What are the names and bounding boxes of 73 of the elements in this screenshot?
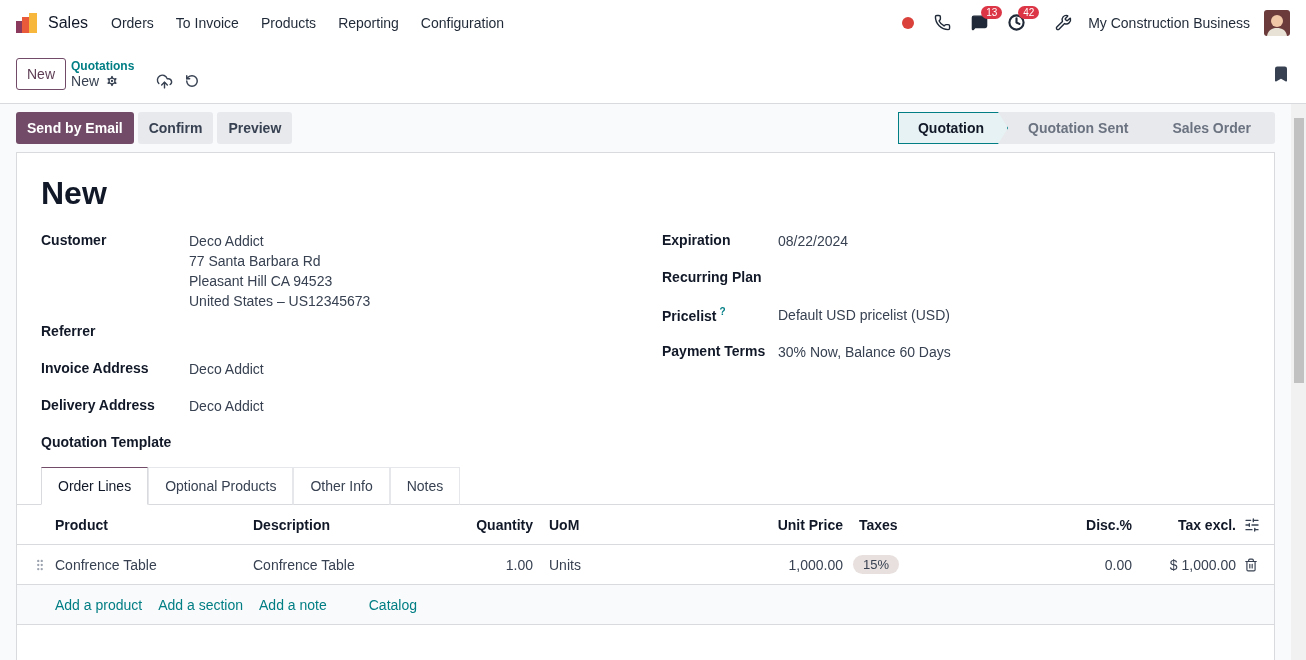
table-cell-text: 0.00 (1103, 556, 1133, 573)
record-name: New (71, 73, 100, 89)
field-label: Pricelist $^{?}$ (662, 305, 727, 326)
help-mark[interactable]: ? (719, 306, 726, 317)
cloud-upload-icon[interactable] (156, 72, 174, 90)
column-header[interactable]: Unit Price (741, 516, 851, 533)
field-value: Deco Addict (189, 398, 265, 414)
breadcrumb-link[interactable]: Quotations (71, 59, 135, 73)
field-value: 08/22/2024 (778, 233, 850, 249)
column-header[interactable]: Disc.% (1030, 516, 1140, 533)
sliders-icon[interactable] (1244, 516, 1260, 533)
add-link[interactable]: Add a product (55, 596, 143, 613)
clock-icon[interactable] (1008, 14, 1026, 31)
undo-icon[interactable] (185, 74, 200, 88)
phone-icon[interactable] (934, 14, 952, 31)
tax-tag: 15% (853, 555, 900, 574)
field-value: Default USD pricelist (USD) (778, 307, 951, 323)
column-header[interactable]: Tax excl. (1140, 516, 1244, 533)
table-cell-text: Units (548, 556, 582, 573)
field-label: Payment Terms (662, 342, 767, 361)
column-header[interactable]: Description (245, 516, 425, 533)
field-value: 30% Now, Balance 60 Days (778, 344, 952, 360)
table-cell-text: 1.00 (504, 556, 534, 573)
field-label: Referrer (41, 322, 97, 341)
logo-icon (16, 11, 38, 34)
field-label: Recurring Plan (662, 268, 763, 287)
table-cell-text: Confrence Table (252, 556, 356, 573)
menu-item[interactable]: Orders (100, 14, 165, 31)
action-button[interactable]: Preview (217, 112, 293, 144)
count-badge: 42 (1018, 6, 1040, 19)
menu-item[interactable]: Configuration (409, 14, 516, 31)
add-link[interactable]: Catalog (368, 596, 417, 613)
tab[interactable]: Other Info (293, 467, 390, 505)
count-badge: 13 (981, 6, 1003, 19)
column-header[interactable]: Taxes (851, 516, 1030, 533)
company-name[interactable]: My Construction Business (1088, 14, 1250, 31)
new-button[interactable]: New (16, 58, 66, 90)
avatar-icon[interactable] (1264, 9, 1290, 36)
column-header[interactable]: Product (47, 516, 245, 533)
column-header[interactable]: Quantity (425, 516, 541, 533)
field-value: Deco Addict (189, 361, 265, 377)
field-label: Quotation Template (41, 433, 173, 452)
status-dot-icon[interactable] (902, 16, 915, 29)
field-label: Customer (41, 231, 108, 250)
menu-item[interactable]: To Invoice (164, 14, 250, 31)
add-link[interactable]: Add a note (259, 596, 327, 613)
action-button[interactable]: Confirm (137, 112, 214, 144)
tab[interactable]: Notes (389, 467, 461, 505)
settings-icon[interactable] (105, 74, 120, 88)
field-value: United States – US12345673 (189, 293, 372, 309)
chat-icon[interactable] (971, 14, 989, 31)
tab[interactable]: Optional Products (148, 467, 294, 505)
app-name[interactable]: Sales (48, 13, 89, 32)
menu-item[interactable]: Reporting (327, 14, 410, 31)
record-title: New (41, 175, 108, 212)
field-value: 77 Santa Barbara Rd (189, 253, 322, 269)
column-header[interactable]: UoM (541, 516, 741, 533)
bookmark-icon[interactable] (1272, 65, 1290, 83)
delete-icon[interactable] (1244, 557, 1258, 572)
table-cell-text: Confrence Table (54, 556, 158, 573)
field-label: Invoice Address (41, 359, 150, 378)
action-button[interactable]: Send by Email (16, 112, 134, 144)
menu-item[interactable]: Products (249, 14, 328, 31)
field-value: Deco Addict (189, 233, 265, 249)
table-cell-text: $ 1,000.00 (1168, 556, 1237, 573)
add-link[interactable]: Add a section (158, 596, 243, 613)
status-stage[interactable]: Quotation (897, 112, 1009, 144)
tools-icon[interactable] (1055, 14, 1073, 31)
table-cell-text: 1,000.00 (787, 556, 844, 573)
field-label: Expiration (662, 231, 732, 250)
field-value: Pleasant Hill CA 94523 (189, 273, 334, 289)
field-label: Delivery Address (41, 396, 156, 415)
tab[interactable]: Order Lines (41, 467, 149, 505)
